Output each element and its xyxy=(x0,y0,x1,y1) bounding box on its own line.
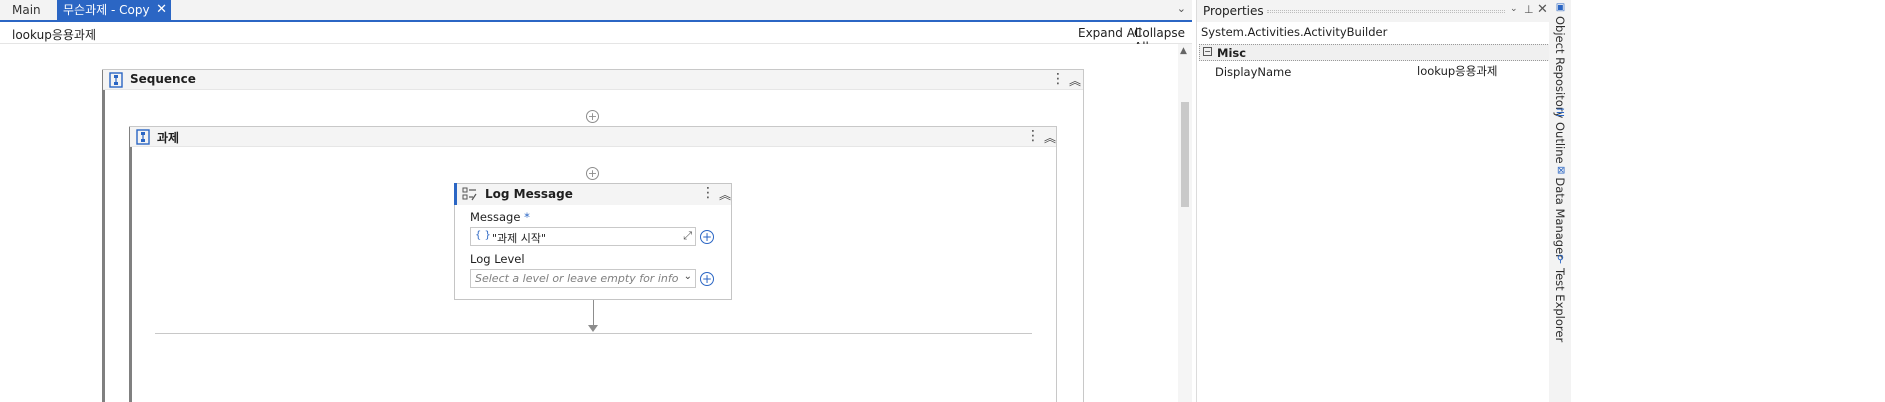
properties-type-name: System.Activities.ActivityBuilder xyxy=(1201,25,1388,39)
side-tab-label: Data Manager xyxy=(1553,177,1567,259)
designer-toolbar: lookup응용과제 Expand All Collapse All xyxy=(0,22,1192,54)
side-tab-label: Test Explorer xyxy=(1553,268,1567,343)
chevron-down-icon[interactable]: ⌄ xyxy=(684,271,692,282)
flow-connector xyxy=(593,300,594,328)
test-explorer-icon: ⚲ xyxy=(1555,254,1566,265)
required-marker: * xyxy=(524,210,530,224)
sequence-left-border xyxy=(102,70,105,402)
close-icon[interactable]: ✕ xyxy=(1537,2,1548,17)
log-level-select[interactable]: Select a level or leave empty for info ⌄ xyxy=(470,269,696,288)
panel-grip[interactable] xyxy=(1267,10,1505,13)
selected-indicator xyxy=(454,183,457,205)
workflow-designer: Main 무슨과제 - Copy (1) ✕ ⌄ lookup응용과제 Expa… xyxy=(0,0,1192,402)
side-tab-label: Outline xyxy=(1553,122,1567,164)
scroll-up-icon[interactable]: ▲ xyxy=(1180,46,1187,56)
properties-header: Properties ⌄ ⊥ ✕ xyxy=(1197,0,1550,22)
log-message-activity[interactable]: Log Message ⋮ ︽ Message * { } "과제 시작" ⤢ … xyxy=(454,183,732,300)
expand-editor-icon[interactable]: ⤢ xyxy=(683,229,692,243)
tab-main[interactable]: Main xyxy=(4,0,49,20)
message-plus-icon[interactable]: + xyxy=(700,230,714,244)
message-value[interactable]: "과제 시작" xyxy=(492,230,546,246)
sequence-left-border xyxy=(129,127,132,402)
more-options-icon[interactable]: ⋮ xyxy=(1026,128,1040,144)
add-activity-icon[interactable]: + xyxy=(586,110,599,123)
more-options-icon[interactable]: ⋮ xyxy=(701,185,715,201)
properties-title: Properties xyxy=(1203,4,1264,18)
expand-all-button[interactable]: Expand All xyxy=(1078,26,1142,40)
side-tab-test-explorer[interactable]: ⚲ Test Explorer xyxy=(1553,254,1567,342)
message-field[interactable]: { } "과제 시작" ⤢ xyxy=(470,227,696,246)
inner-sequence-header[interactable]: 과제 ⋮ ︽ xyxy=(130,127,1056,147)
add-activity-icon[interactable]: + xyxy=(586,167,599,180)
inner-sequence-title: 과제 xyxy=(157,131,180,145)
property-name: DisplayName xyxy=(1215,65,1292,79)
expression-icon: { } xyxy=(475,230,491,241)
sequence-icon xyxy=(109,72,123,88)
collapse-icon[interactable]: ︽ xyxy=(1069,72,1081,89)
vertical-scrollbar[interactable]: ▲ xyxy=(1178,44,1192,402)
sequence-icon xyxy=(136,129,150,145)
next-activity-edge xyxy=(155,333,1032,334)
pin-icon[interactable]: ⊥ xyxy=(1524,3,1534,16)
sequence-header[interactable]: Sequence ⋮ ︽ xyxy=(103,70,1083,90)
property-value[interactable]: lookup응용과제 xyxy=(1417,63,1497,79)
data-manager-icon: ⊠ xyxy=(1555,166,1566,175)
side-tab-label: Object Repository xyxy=(1553,16,1567,119)
log-message-icon xyxy=(462,187,477,201)
tab-active-workflow[interactable]: 무슨과제 - Copy (1) ✕ xyxy=(57,0,171,37)
log-level-label: Log Level xyxy=(470,252,525,266)
collapse-category-icon[interactable]: − xyxy=(1203,47,1212,56)
outline-icon: ☰ xyxy=(1555,108,1566,119)
log-message-title: Log Message xyxy=(485,187,573,201)
breadcrumb[interactable]: lookup응용과제 xyxy=(12,26,96,43)
collapse-icon[interactable]: ︽ xyxy=(1044,129,1056,146)
scrollbar-thumb[interactable] xyxy=(1181,102,1189,207)
log-level-placeholder: Select a level or leave empty for info xyxy=(475,272,679,285)
side-tab-outline[interactable]: ☰ Outline xyxy=(1553,108,1567,164)
sequence-title: Sequence xyxy=(130,72,196,86)
side-tab-data-manager[interactable]: ⊠ Data Manager xyxy=(1553,166,1567,259)
close-icon[interactable]: ✕ xyxy=(156,0,167,20)
document-tab-bar: Main 무슨과제 - Copy (1) ✕ ⌄ xyxy=(0,0,1192,37)
side-panel-tabs: ▣ Object Repository ☰ Outline ⊠ Data Manage… xyxy=(1549,0,1571,402)
message-label: Message * xyxy=(470,210,530,224)
property-row[interactable]: DisplayName lookup응용과제 xyxy=(1199,62,1550,80)
chevron-down-icon[interactable]: ⌄ xyxy=(1510,4,1518,14)
flow-arrow-icon xyxy=(588,325,598,332)
log-message-header[interactable]: Log Message ⋮ ︽ xyxy=(455,184,731,205)
properties-panel: Properties ⌄ ⊥ ✕ System.Activities.Activ… xyxy=(1196,0,1550,402)
object-repository-icon: ▣ xyxy=(1555,2,1566,13)
side-tab-object-repository[interactable]: ▣ Object Repository xyxy=(1553,2,1567,118)
tab-overflow-chevron-icon[interactable]: ⌄ xyxy=(1177,2,1186,15)
log-level-plus-icon[interactable]: + xyxy=(700,272,714,286)
collapse-icon[interactable]: ︽ xyxy=(719,186,731,203)
more-options-icon[interactable]: ⋮ xyxy=(1051,71,1065,87)
category-label: Misc xyxy=(1217,46,1247,60)
empty-area xyxy=(1571,0,1885,402)
property-category[interactable]: − Misc xyxy=(1199,44,1550,61)
